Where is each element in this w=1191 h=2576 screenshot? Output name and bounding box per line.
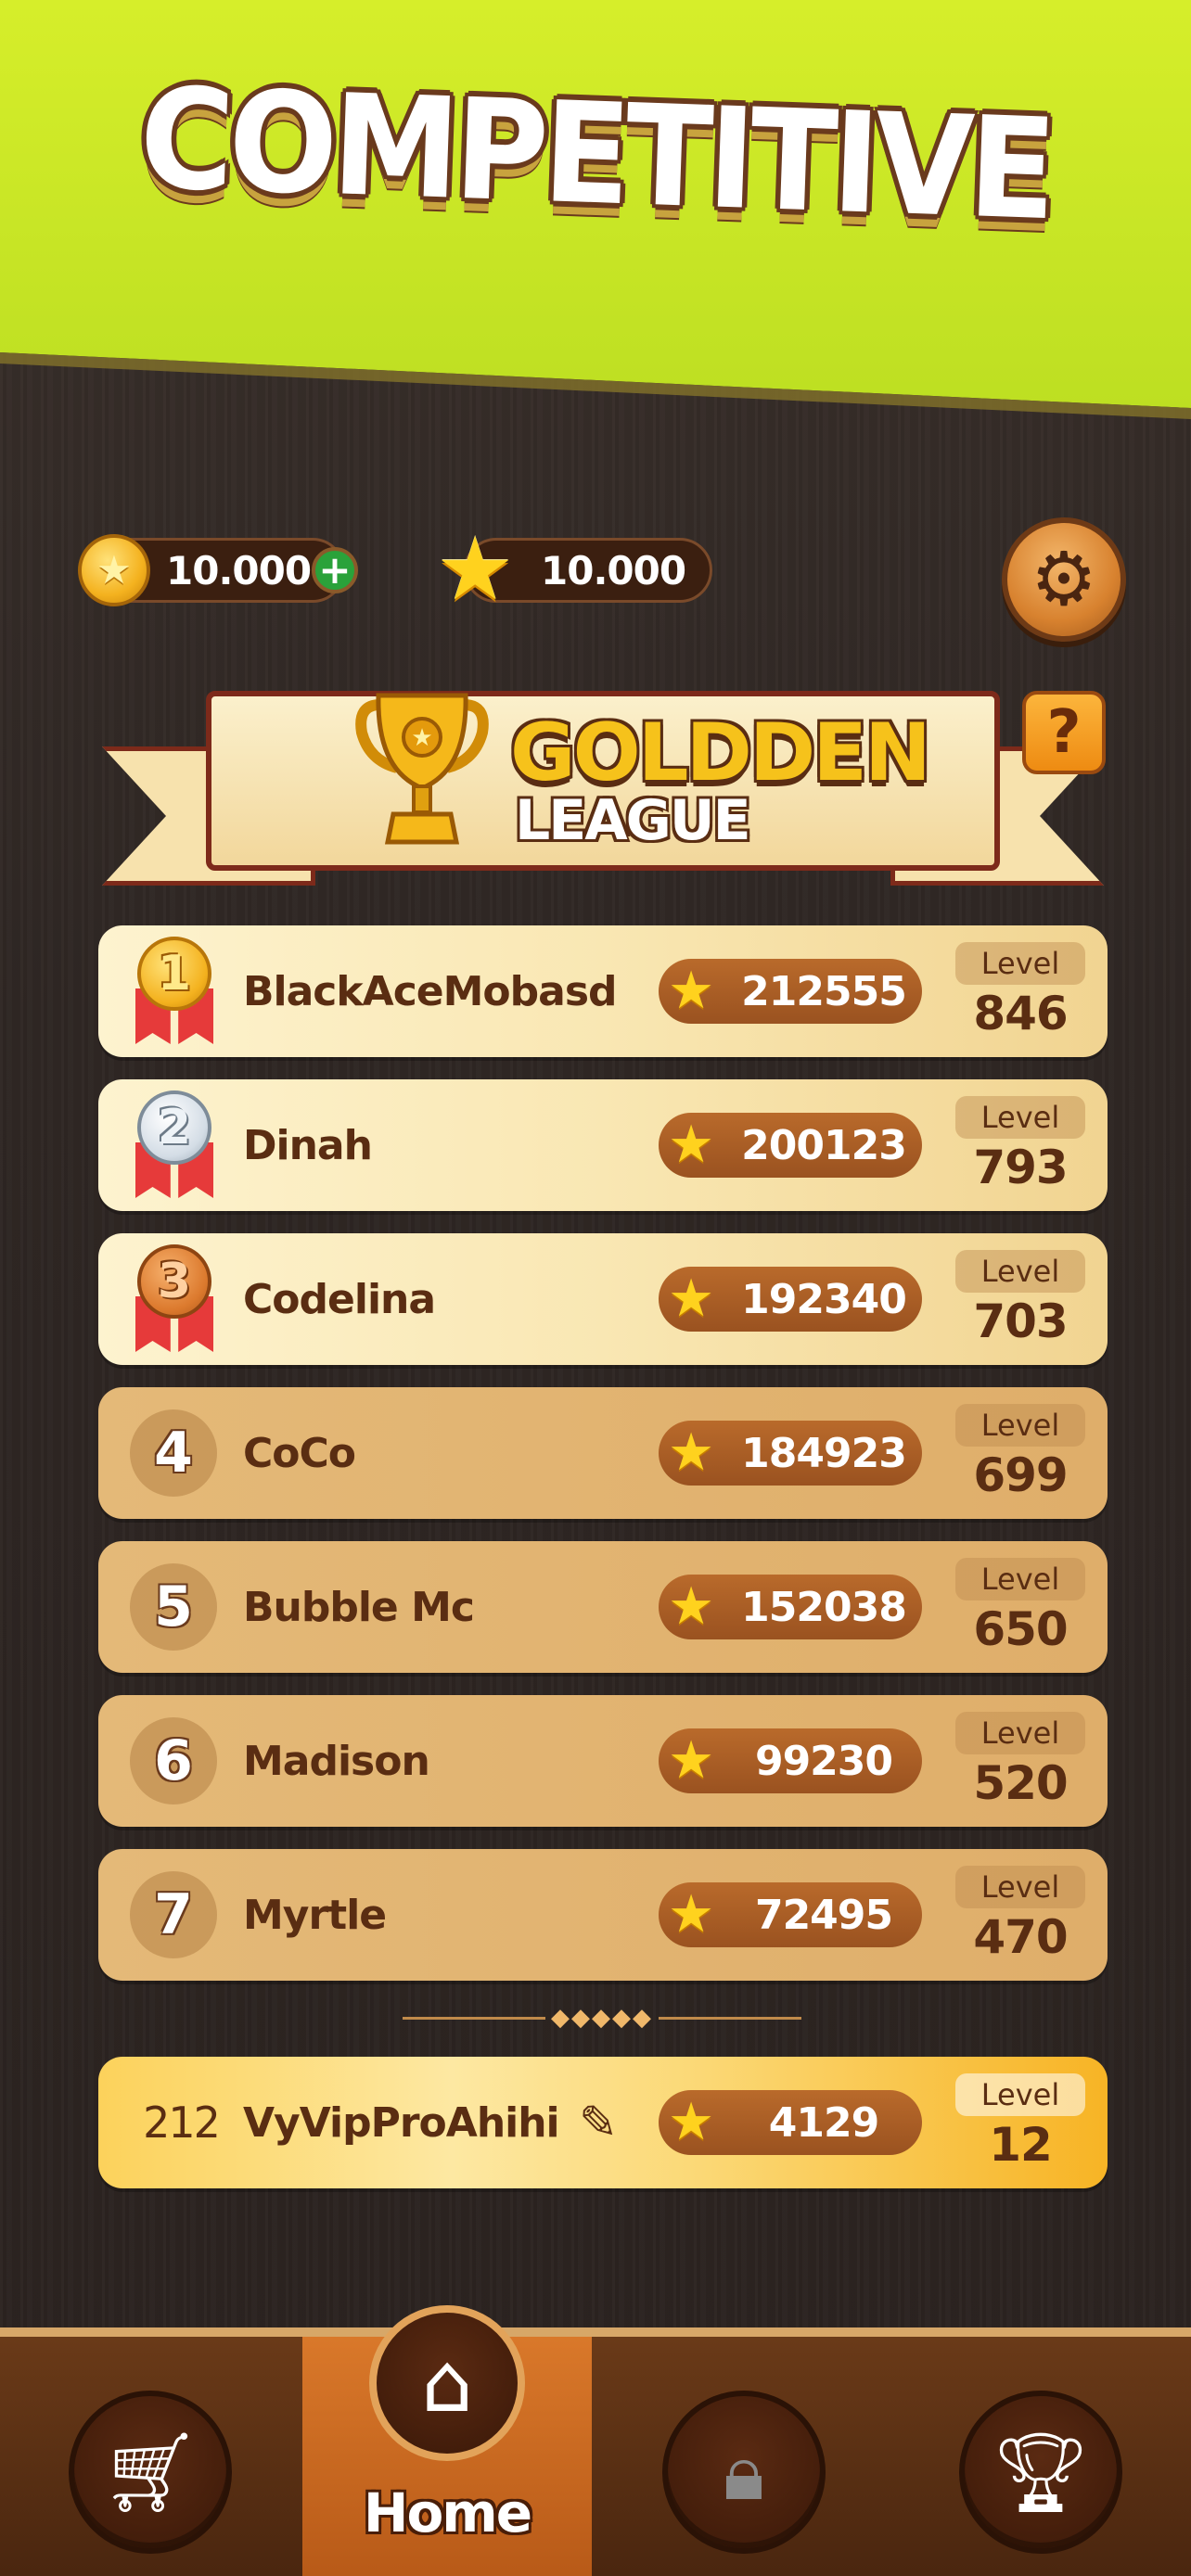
level-badge: Level 470	[954, 1866, 1087, 1964]
gold-medal-icon: 1	[130, 937, 219, 1046]
score-value: 192340	[741, 1275, 907, 1323]
rank-number: 5	[130, 1563, 217, 1651]
score-value: 72495	[754, 1891, 893, 1939]
star-icon: ★	[668, 1730, 715, 1791]
help-button[interactable]: ?	[1022, 691, 1106, 774]
leaderboard-row[interactable]: 2 Dinah ★ 200123 Level 793	[98, 1079, 1108, 1211]
star-icon: ★	[668, 961, 715, 1021]
my-player-name: VyVipProAhihi	[243, 2098, 560, 2147]
score-badge: ★ 184923	[659, 1421, 922, 1486]
score-badge: ★ 72495	[659, 1882, 922, 1947]
nav-locked-button[interactable]: 🔒︎	[662, 2391, 826, 2554]
level-label: Level	[955, 2073, 1085, 2116]
level-label: Level	[955, 1404, 1085, 1447]
leaderboard-row[interactable]: 6 Madison ★ 99230 Level 520	[98, 1695, 1108, 1827]
home-icon: ⌂	[421, 2335, 473, 2430]
level-value: 699	[973, 1448, 1068, 1502]
level-label: Level	[955, 1250, 1085, 1293]
score-value: 4129	[768, 2098, 879, 2147]
score-badge: ★ 212555	[659, 959, 922, 1024]
star-icon: ★	[668, 1115, 715, 1175]
lock-icon: 🔒︎	[723, 2427, 765, 2518]
score-badge: ★ 200123	[659, 1113, 922, 1178]
leaderboard-row[interactable]: 7 Myrtle ★ 72495 Level 470	[98, 1849, 1108, 1981]
my-rank-number: 212	[143, 2098, 221, 2148]
level-badge: Level 650	[954, 1558, 1087, 1656]
star-icon: ★	[668, 2092, 715, 2152]
player-name: Bubble Mc	[243, 1583, 475, 1631]
nav-shop-button[interactable]: 🛒︎	[69, 2391, 232, 2554]
coin-value: 10.000	[166, 547, 312, 593]
level-value: 12	[989, 2118, 1053, 2172]
star-icon: ★	[436, 519, 515, 620]
league-subtitle: LEAGUE	[515, 788, 751, 853]
edit-name-icon[interactable]: ✎	[579, 2096, 618, 2149]
leaderboard-row[interactable]: 1 BlackAceMobasd ★ 212555 Level 846	[98, 925, 1108, 1057]
level-label: Level	[955, 942, 1085, 985]
score-value: 212555	[741, 967, 907, 1015]
league-name: GOLDDEN	[510, 707, 931, 799]
star-value: 10.000	[541, 547, 686, 593]
player-name: Dinah	[243, 1121, 373, 1169]
svg-text:★: ★	[411, 724, 432, 752]
level-value: 650	[973, 1602, 1068, 1656]
level-badge: Level 12	[954, 2073, 1087, 2172]
player-name: BlackAceMobasd	[243, 967, 618, 1015]
leaderboard-row[interactable]: 3 Codelina ★ 192340 Level 703	[98, 1233, 1108, 1365]
level-badge: Level 703	[954, 1250, 1087, 1348]
score-value: 99230	[754, 1737, 893, 1785]
player-name: CoCo	[243, 1429, 356, 1477]
coin-icon: ★	[78, 534, 150, 606]
star-icon: ★	[668, 1422, 715, 1483]
nav-competitive-button[interactable]: 🏆︎	[959, 2391, 1122, 2554]
score-value: 184923	[741, 1429, 907, 1477]
level-label: Level	[955, 1558, 1085, 1600]
leaderboard-row[interactable]: 5 Bubble Mc ★ 152038 Level 650	[98, 1541, 1108, 1673]
level-label: Level	[955, 1866, 1085, 1908]
trophy-icon: 🏆︎	[991, 2427, 1091, 2518]
level-badge: Level 520	[954, 1712, 1087, 1810]
level-value: 703	[973, 1294, 1068, 1348]
player-name: Codelina	[243, 1275, 436, 1323]
level-value: 846	[973, 987, 1068, 1040]
bronze-medal-icon: 3	[130, 1244, 219, 1354]
level-badge: Level 699	[954, 1404, 1087, 1502]
nav-home-button[interactable]: ⌂	[369, 2305, 525, 2461]
nav-home-label: Home	[363, 2481, 532, 2544]
rank-number: 7	[130, 1871, 217, 1958]
silver-medal-icon: 2	[130, 1090, 219, 1200]
section-divider: ◆◆◆◆◆	[403, 2004, 802, 2032]
score-badge: ★ 99230	[659, 1728, 922, 1793]
star-icon: ★	[668, 1884, 715, 1945]
settings-button[interactable]: ⚙	[1002, 517, 1126, 642]
player-name: Madison	[243, 1737, 430, 1785]
gear-icon: ⚙	[1031, 536, 1097, 622]
star-icon: ★	[668, 1576, 715, 1637]
rank-number: 6	[130, 1717, 217, 1804]
level-badge: Level 793	[954, 1096, 1087, 1194]
trophy-icon: ★	[355, 693, 489, 845]
rank-number: 4	[130, 1409, 217, 1497]
score-badge: ★ 4129	[659, 2090, 922, 2155]
score-badge: ★ 192340	[659, 1267, 922, 1332]
leaderboard-row[interactable]: 4 CoCo ★ 184923 Level 699	[98, 1387, 1108, 1519]
cart-icon: 🛒︎	[100, 2427, 200, 2518]
player-name: Myrtle	[243, 1891, 387, 1939]
level-value: 470	[973, 1910, 1068, 1964]
score-value: 200123	[741, 1121, 907, 1169]
score-badge: ★ 152038	[659, 1575, 922, 1639]
level-label: Level	[955, 1096, 1085, 1139]
score-value: 152038	[741, 1583, 907, 1631]
level-value: 793	[973, 1141, 1068, 1194]
star-icon: ★	[668, 1269, 715, 1329]
level-value: 520	[973, 1756, 1068, 1810]
add-coins-button[interactable]: +	[312, 547, 358, 593]
my-rank-row[interactable]: 212 VyVipProAhihi ✎ ★ 4129 Level 12	[98, 2057, 1108, 2188]
level-badge: Level 846	[954, 942, 1087, 1040]
level-label: Level	[955, 1712, 1085, 1754]
